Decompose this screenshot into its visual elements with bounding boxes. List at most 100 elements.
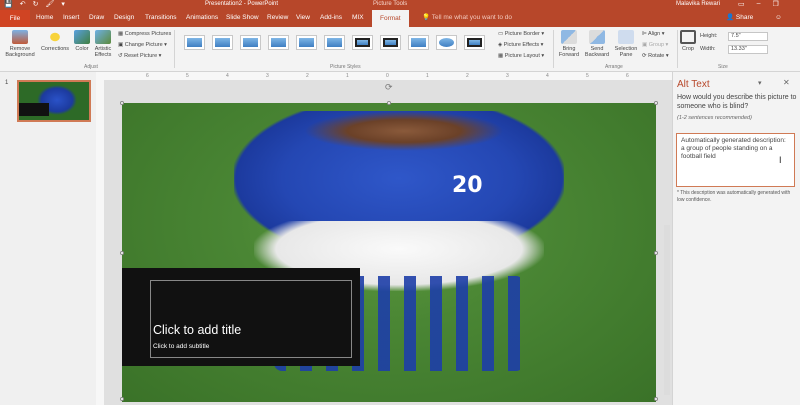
- user-name[interactable]: Malavika Rewari: [676, 1, 720, 7]
- picture-style-10[interactable]: [436, 35, 457, 50]
- corrections-label: Corrections: [40, 46, 70, 52]
- ruler-tick: 5: [586, 73, 589, 79]
- picture-style-3[interactable]: [240, 35, 261, 50]
- smiley-feedback-icon[interactable]: ☺: [775, 13, 782, 23]
- slide-thumbnail[interactable]: [17, 80, 91, 122]
- horizontal-ruler: 6 5 4 3 2 1 0 1 2 3 4 5 6: [96, 72, 672, 80]
- document-title: Presentation2 - PowerPoint: [205, 1, 279, 7]
- title-placeholder[interactable]: Click to add title: [153, 323, 241, 337]
- send-backward-label: Send Backward: [584, 46, 610, 58]
- selection-pane-label: Selection Pane: [614, 46, 638, 58]
- picture-border-button[interactable]: ▭ Picture Border ▾: [498, 31, 544, 37]
- align-label: Align: [648, 31, 661, 37]
- ruler-tick: 4: [226, 73, 229, 79]
- tab-file[interactable]: File: [0, 10, 30, 27]
- picture-layout-label: Picture Layout: [504, 53, 540, 59]
- customize-qat-icon[interactable]: ▾: [61, 1, 65, 9]
- ribbon-separator: [677, 30, 678, 68]
- bring-forward-button[interactable]: Bring Forward: [556, 30, 582, 58]
- picture-border-label: Picture Border: [504, 31, 540, 37]
- thumbnail-title-box: [19, 103, 49, 116]
- tab-mix[interactable]: MIX: [352, 13, 364, 23]
- tab-animations[interactable]: Animations: [186, 13, 218, 23]
- slide-number: 1: [5, 80, 9, 86]
- adjust-group-label: Adjust: [84, 64, 98, 70]
- minimize-icon[interactable]: –: [757, 0, 761, 8]
- resize-handle[interactable]: [387, 101, 391, 105]
- picture-style-6[interactable]: [324, 35, 345, 50]
- vertical-scrollbar[interactable]: [664, 225, 670, 395]
- jersey-number: 20: [452, 173, 483, 198]
- picture-tools-label: Picture Tools: [373, 1, 408, 7]
- send-backward-button[interactable]: Send Backward: [584, 30, 610, 58]
- picture-style-5[interactable]: [296, 35, 317, 50]
- remove-background-button[interactable]: Remove Background: [2, 30, 38, 58]
- rotate-button[interactable]: ⟳ Rotate ▾: [642, 53, 669, 59]
- resize-handle[interactable]: [654, 101, 658, 105]
- tell-me-search[interactable]: 💡 Tell me what you want to do: [422, 13, 512, 21]
- crop-button[interactable]: Crop: [680, 30, 696, 52]
- height-input[interactable]: 7.5": [728, 32, 768, 41]
- format-painter-icon[interactable]: 🖌: [45, 1, 54, 9]
- change-picture-button[interactable]: ▣ Change Picture ▾: [118, 42, 167, 48]
- save-icon[interactable]: 💾: [4, 1, 13, 9]
- resize-handle[interactable]: [120, 101, 124, 105]
- share-button[interactable]: 👤 Share: [726, 13, 753, 21]
- ruler-tick: 6: [626, 73, 629, 79]
- rotate-label: Rotate: [648, 53, 665, 59]
- resize-handle[interactable]: [654, 251, 658, 255]
- title-placeholder-box[interactable]: [122, 268, 360, 366]
- ruler-tick: 1: [346, 73, 349, 79]
- tab-add-ins[interactable]: Add-ins: [320, 13, 342, 23]
- compress-pictures-button[interactable]: ▦ Compress Pictures: [118, 31, 171, 37]
- picture-style-4[interactable]: [268, 35, 289, 50]
- crop-icon: [680, 30, 696, 44]
- tab-home[interactable]: Home: [36, 13, 53, 23]
- pane-options-icon[interactable]: ▾: [758, 79, 762, 87]
- ruler-tick: 6: [146, 73, 149, 79]
- tell-me-text: Tell me what you want to do: [431, 14, 513, 21]
- corrections-button[interactable]: Corrections: [40, 30, 70, 52]
- subtitle-placeholder[interactable]: Click to add subtitle: [153, 343, 209, 350]
- close-icon[interactable]: ✕: [783, 78, 790, 87]
- reset-picture-button[interactable]: ↺ Reset Picture ▾: [118, 53, 161, 59]
- picture-style-9[interactable]: [408, 35, 429, 50]
- picture-style-11[interactable]: [464, 35, 485, 50]
- tab-review[interactable]: Review: [267, 13, 288, 23]
- width-label: Width:: [700, 46, 716, 52]
- artistic-effects-button[interactable]: Artistic Effects: [92, 30, 114, 58]
- color-button[interactable]: Color: [72, 30, 92, 52]
- tab-draw[interactable]: Draw: [89, 13, 104, 23]
- picture-effects-button[interactable]: ◈ Picture Effects ▾: [498, 42, 543, 48]
- tab-insert[interactable]: Insert: [63, 13, 79, 23]
- picture-style-8[interactable]: [380, 35, 401, 50]
- tab-view[interactable]: View: [296, 13, 310, 23]
- selection-pane-button[interactable]: Selection Pane: [612, 30, 640, 58]
- picture-layout-button[interactable]: ▦ Picture Layout ▾: [498, 53, 544, 59]
- quick-access-toolbar: 💾 ↶ ↻ 🖌 ▾: [4, 1, 65, 9]
- tab-design[interactable]: Design: [114, 13, 134, 23]
- picture-style-1[interactable]: [184, 35, 205, 50]
- size-group-label: Size: [718, 64, 728, 70]
- rotate-handle-icon[interactable]: ⟳: [385, 82, 393, 93]
- tab-format[interactable]: Format: [372, 10, 409, 27]
- sun-icon: [47, 30, 63, 44]
- alt-text-description-field[interactable]: Automatically generated description: a g…: [676, 133, 795, 187]
- picture-style-7[interactable]: [352, 35, 373, 50]
- align-button[interactable]: ⊫ Align ▾: [642, 31, 665, 37]
- selection-pane-icon: [618, 30, 634, 44]
- tab-slide-show[interactable]: Slide Show: [226, 13, 259, 23]
- resize-handle[interactable]: [120, 251, 124, 255]
- ribbon-display-icon[interactable]: ▭: [738, 0, 745, 8]
- maximize-icon[interactable]: ❐: [773, 0, 779, 8]
- resize-handle[interactable]: [120, 397, 124, 401]
- ruler-tick: 2: [306, 73, 309, 79]
- undo-icon[interactable]: ↶: [20, 1, 26, 9]
- group-button[interactable]: ▣ Group ▾: [642, 42, 668, 48]
- tab-transitions[interactable]: Transitions: [145, 13, 177, 23]
- resize-handle[interactable]: [654, 397, 658, 401]
- redo-icon[interactable]: ↻: [33, 1, 39, 9]
- color-label: Color: [75, 46, 89, 52]
- width-input[interactable]: 13.33": [728, 45, 768, 54]
- picture-style-2[interactable]: [212, 35, 233, 50]
